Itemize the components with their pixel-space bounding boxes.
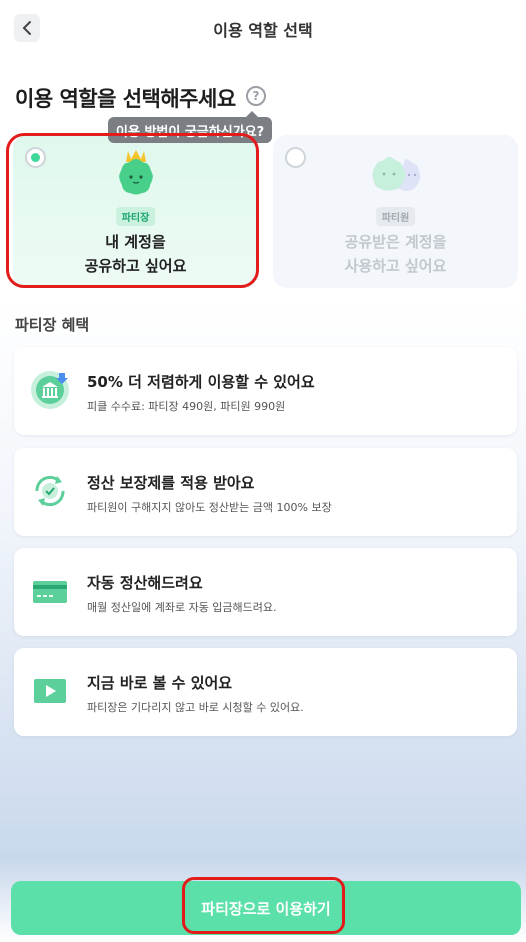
highlight-box [182, 877, 345, 934]
app-header: 이용 역할 선택 [0, 0, 526, 56]
mascot-pair-icon [273, 145, 518, 205]
benefit-title: 정산 보장제를 적용 받아요 [87, 474, 255, 492]
benefit-title: 자동 정산해드려요 [87, 574, 203, 592]
role-description: 공유받은 계정을 사용하고 싶어요 [344, 233, 447, 275]
role-badge-member: 파티원 [375, 207, 416, 226]
play-icon [29, 670, 71, 712]
help-icon[interactable]: ? [246, 86, 266, 106]
benefit-desc: 파티장은 기다리지 않고 바로 시청할 수 있어요. [87, 701, 304, 714]
benefit-desc: 파티원이 구해지지 않아도 정산받는 금액 100% 보장 [87, 501, 332, 514]
benefit-desc: 피클 수수료: 파티장 490원, 파티원 990원 [87, 400, 286, 413]
bank-discount-icon [29, 369, 71, 411]
benefit-desc: 매월 정산일에 계좌로 자동 입금해드려요. [87, 601, 277, 614]
benefit-item: 정산 보장제를 적용 받아요 파티원이 구해지지 않아도 정산받는 금액 100… [14, 448, 517, 536]
page-title: 이용 역할을 선택해주세요 [15, 87, 236, 111]
benefit-item: 지금 바로 볼 수 있어요 파티장은 기다리지 않고 바로 시청할 수 있어요. [14, 648, 517, 736]
benefit-title: 50% 더 저렴하게 이용할 수 있어요 [87, 373, 315, 391]
role-card-party-member[interactable]: 파티원 공유받은 계정을 사용하고 싶어요 [273, 135, 518, 288]
benefit-item: 자동 정산해드려요 매월 정산일에 계좌로 자동 입금해드려요. [14, 548, 517, 636]
benefits-title: 파티장 혜택 [15, 316, 90, 334]
settlement-guarantee-icon [29, 470, 71, 512]
benefit-item: 50% 더 저렴하게 이용할 수 있어요 피클 수수료: 파티장 490원, 파… [14, 347, 517, 435]
header-title: 이용 역할 선택 [213, 21, 313, 40]
card-icon [29, 570, 71, 612]
highlight-box [6, 133, 259, 288]
benefit-title: 지금 바로 볼 수 있어요 [87, 674, 233, 692]
